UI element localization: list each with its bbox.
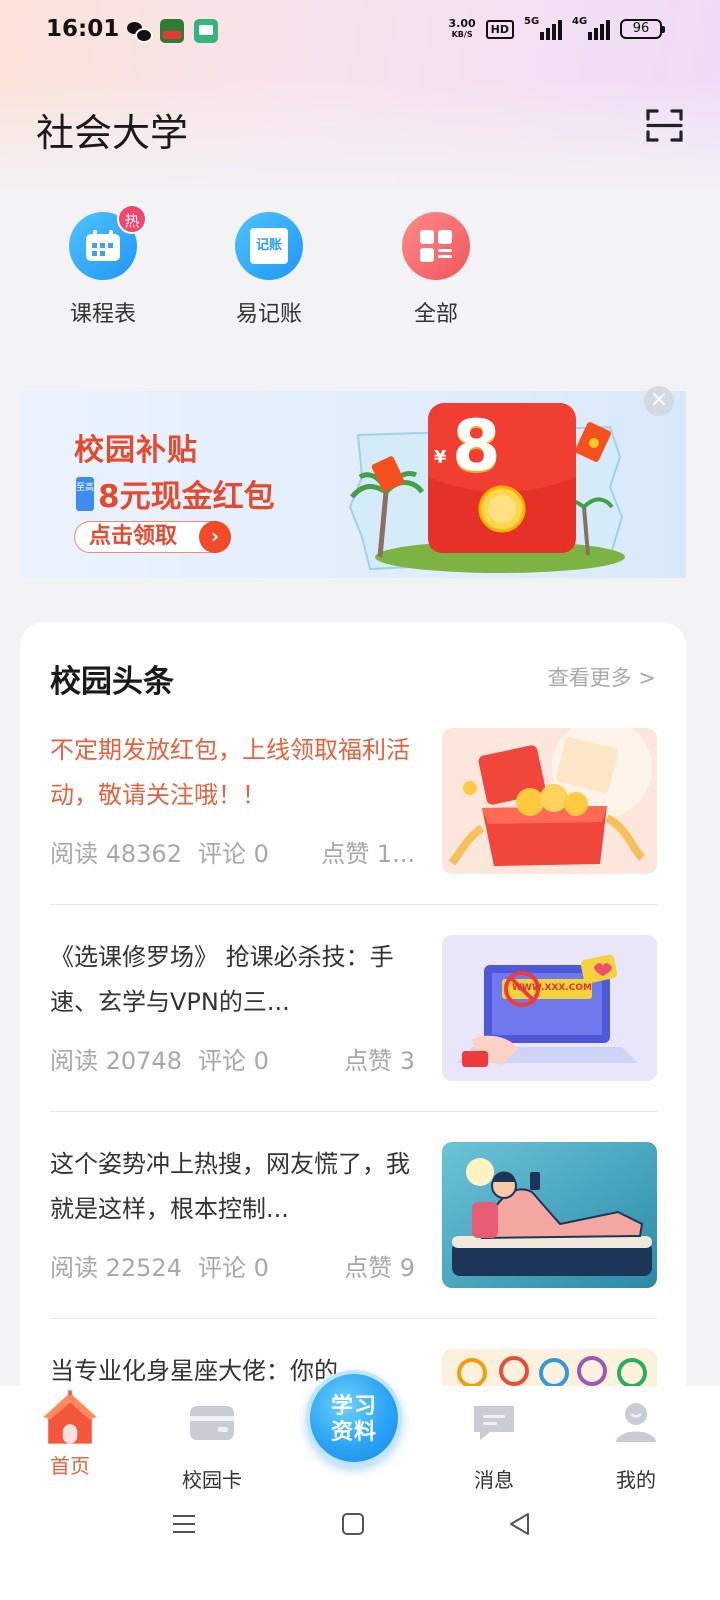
banner-currency: ¥ bbox=[434, 447, 447, 468]
claim-button-label: 点击领取 bbox=[89, 524, 178, 549]
notebook-icon: 记账 bbox=[250, 228, 288, 264]
news-meta: 阅读 20748 评论 0 点赞 3 bbox=[50, 1041, 415, 1076]
like-count: 点赞 9 bbox=[344, 1254, 415, 1282]
divider bbox=[50, 904, 657, 905]
read-count: 阅读 22524 bbox=[50, 1254, 182, 1282]
app-store-notification-icon bbox=[160, 19, 184, 43]
bookkeeping-icon: 记账 bbox=[235, 212, 303, 280]
view-more-link[interactable]: 查看更多 > bbox=[548, 662, 656, 692]
claim-button[interactable]: 点击领取 › bbox=[74, 521, 231, 553]
quick-app-all[interactable]: 全部 bbox=[381, 212, 491, 328]
wechat-notification-icon bbox=[126, 19, 153, 43]
nav-campus-card[interactable]: 校园卡 bbox=[162, 1400, 262, 1493]
battery-icon: 96 bbox=[620, 19, 665, 39]
promo-banner[interactable]: 校园补贴 至高 8元现金红包 点击领取 › ¥ 8 bbox=[20, 391, 686, 578]
banner-amount: 8 bbox=[452, 405, 501, 487]
nav-label: 首页 bbox=[50, 1454, 90, 1478]
signal-4g-label: 4G bbox=[572, 16, 588, 27]
signal-5g-icon: 5G bbox=[524, 16, 562, 40]
signal-4g-icon: 4G bbox=[572, 16, 610, 40]
news-item[interactable]: 这个姿势冲上热搜，网友慌了，我就是这样，根本控制... 阅读 22524 评论 … bbox=[50, 1142, 657, 1314]
reclining-person-thumbnail bbox=[442, 1142, 657, 1288]
banner-subtitle-row: 至高 8元现金红包 bbox=[76, 471, 275, 516]
campus-news-card: 校园头条 查看更多 > 不定期发放红包，上线领取福利活动，敬请关注哦！！ 阅读 … bbox=[20, 622, 686, 1495]
news-item[interactable]: 《选课修罗场》 抢课必杀技：手速、玄学与VPN的三... 阅读 20748 评论… bbox=[50, 935, 657, 1107]
comment-count: 评论 0 bbox=[197, 1254, 269, 1282]
all-apps-icon bbox=[402, 212, 470, 280]
study-materials-button[interactable]: 学习 资料 bbox=[306, 1370, 402, 1466]
divider bbox=[50, 1111, 657, 1112]
message-notification-icon bbox=[194, 19, 218, 43]
nav-messages[interactable]: 消息 bbox=[444, 1400, 544, 1493]
message-icon bbox=[474, 1406, 514, 1440]
home-square-icon[interactable] bbox=[341, 1512, 365, 1536]
network-speed: 3.00 KB/S bbox=[449, 18, 476, 40]
user-icon bbox=[616, 1403, 656, 1442]
chevron-right-icon: › bbox=[199, 521, 231, 553]
like-count: 点赞 1... bbox=[321, 840, 415, 868]
nav-profile[interactable]: 我的 bbox=[586, 1400, 686, 1493]
timetable-icon: 热 bbox=[69, 204, 147, 280]
calendar-icon bbox=[86, 230, 120, 261]
hd-icon: HD bbox=[485, 19, 514, 39]
scan-icon[interactable] bbox=[646, 108, 683, 143]
news-meta: 阅读 22524 评论 0 点赞 9 bbox=[50, 1248, 415, 1283]
laptop-thumbnail: WWW.XXX.COM bbox=[442, 935, 657, 1081]
home-icon bbox=[43, 1390, 97, 1444]
read-count: 阅读 20748 bbox=[50, 1047, 182, 1075]
page-title: 社会大学 bbox=[36, 111, 189, 155]
banner-tag: 至高 bbox=[76, 476, 94, 511]
section-title: 校园头条 bbox=[50, 664, 174, 700]
status-bar: 16:01 3.00 KB/S HD 5G 4G 96 bbox=[0, 0, 720, 64]
network-speed-value: 3.00 bbox=[448, 17, 476, 30]
quick-app-label: 课程表 bbox=[69, 302, 136, 327]
comment-count: 评论 0 bbox=[197, 1047, 269, 1075]
nav-label: 消息 bbox=[474, 1468, 514, 1492]
news-meta: 阅读 48362 评论 0 点赞 1... bbox=[50, 834, 415, 869]
back-icon[interactable] bbox=[508, 1512, 532, 1536]
news-item[interactable]: 不定期发放红包，上线领取福利活动，敬请关注哦！！ 阅读 48362 评论 0 点… bbox=[50, 728, 657, 900]
nav-label: 我的 bbox=[616, 1468, 656, 1492]
card-icon bbox=[190, 1406, 234, 1440]
network-speed-unit: KB/S bbox=[451, 30, 473, 39]
quick-app-timetable[interactable]: 热 课程表 bbox=[48, 204, 158, 328]
divider bbox=[50, 1318, 657, 1319]
signal-5g-label: 5G bbox=[524, 16, 540, 27]
quick-app-label: 全部 bbox=[413, 302, 458, 327]
status-time: 16:01 bbox=[46, 16, 120, 42]
quick-app-bookkeeping[interactable]: 记账 易记账 bbox=[214, 212, 324, 328]
system-navigation-bar bbox=[0, 1500, 720, 1560]
news-headline: 不定期发放红包，上线领取福利活动，敬请关注哦！！ bbox=[50, 736, 410, 809]
close-icon[interactable]: × bbox=[644, 386, 674, 416]
grid-icon bbox=[420, 230, 452, 262]
comment-count: 评论 0 bbox=[197, 840, 269, 868]
like-count: 点赞 3 bbox=[344, 1047, 415, 1075]
hot-badge: 热 bbox=[117, 204, 147, 234]
read-count: 阅读 48362 bbox=[50, 840, 182, 868]
red-envelope-gift-thumbnail bbox=[442, 728, 657, 874]
thumb-url-text: WWW.XXX.COM bbox=[512, 983, 592, 993]
banner-title: 校园补贴 bbox=[74, 433, 198, 468]
nav-label: 校园卡 bbox=[182, 1468, 242, 1492]
status-indicators: 3.00 KB/S HD 5G 4G 96 bbox=[449, 16, 665, 40]
menu-icon[interactable] bbox=[172, 1512, 196, 1536]
nav-home[interactable]: 首页 bbox=[20, 1390, 120, 1479]
quick-app-label: 易记账 bbox=[235, 302, 302, 327]
banner-subtitle: 8元现金红包 bbox=[98, 479, 275, 515]
news-headline: 《选课修罗场》 抢课必杀技：手速、玄学与VPN的三... bbox=[50, 943, 394, 1016]
news-headline: 这个姿势冲上热搜，网友慌了，我就是这样，根本控制... bbox=[50, 1150, 410, 1223]
